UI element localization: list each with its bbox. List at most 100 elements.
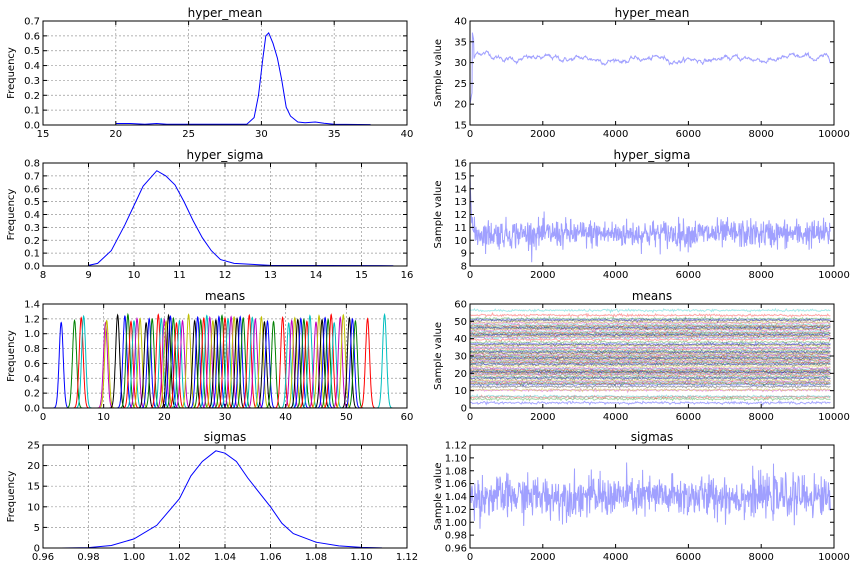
- sigmas-density-axes: 0.96 0.98 1.00 1.02 1.04 1.06 1.08 1.10 1.120510…: [6, 430, 418, 563]
- y-tick-label: 0.0: [24, 262, 40, 273]
- y-tick-label: 20: [27, 461, 40, 472]
- density-line: [53, 321, 70, 408]
- y-tick-label: 20: [454, 369, 467, 380]
- x-tick-label: 11: [173, 270, 186, 281]
- y-tick-label: 40: [454, 334, 467, 345]
- subplot-title: hyper_mean: [188, 6, 263, 20]
- subplot-title: sigmas: [631, 430, 674, 444]
- y-tick-label: 15: [454, 121, 467, 132]
- y-tick-label: 11: [454, 223, 467, 234]
- axes-frame: [42, 20, 408, 126]
- x-tick-label: 15: [355, 270, 368, 281]
- hm-density-axes: 15 20 25 30 35 400.00.10.20.30.40.50.60.7hype…: [6, 6, 413, 140]
- x-tick-label: 8000: [748, 412, 773, 423]
- y-tick-label: 13: [454, 197, 467, 208]
- x-tick-label: 30: [219, 412, 232, 423]
- x-tick-label: 30: [255, 129, 268, 140]
- y-tick-label: 0.7: [24, 17, 40, 28]
- y-tick-label: 40: [454, 17, 467, 28]
- x-tick-label: 8000: [748, 270, 773, 281]
- x-tick-label: 1.10: [350, 552, 372, 563]
- y-tick-label: 0.3: [24, 223, 40, 234]
- subplot-title: hyper_mean: [615, 6, 690, 20]
- y-tick-label: 1.00: [445, 518, 467, 529]
- y-axis-label: Sample value: [433, 463, 444, 531]
- y-axis-label: Sample value: [433, 181, 444, 249]
- y-tick-label: 8: [461, 262, 467, 273]
- x-tick-label: 0: [467, 129, 473, 140]
- traceplot-figure: 15 20 25 30 35 40 0.0 0.1 0.2 0.3 0.4 0.5 0.6 0.7 hype…: [6, 6, 850, 563]
- x-tick-label: 10000: [818, 552, 850, 563]
- x-tick-label: 40: [279, 412, 292, 423]
- trace-line: [470, 307, 831, 314]
- y-tick-label: 0.8: [24, 159, 40, 170]
- x-tick-label: 50: [340, 412, 353, 423]
- x-tick-label: 12: [219, 270, 232, 281]
- x-tick-label: 8: [40, 270, 46, 281]
- density-line: [61, 450, 383, 548]
- x-tick-label: 1.00: [123, 552, 145, 563]
- hm-trace-axes: 0 2000 4000 6000 8000 10000 15 20 25 30 35 40 hyper_…: [433, 6, 850, 140]
- x-tick-label: 13: [264, 270, 277, 281]
- subplot-title: means: [632, 289, 672, 303]
- density-line: [115, 32, 371, 125]
- y-tick-label: 0.2: [24, 236, 40, 247]
- y-tick-label: 0.3: [24, 76, 40, 87]
- y-tick-label: 0.4: [24, 374, 40, 385]
- x-tick-label: 0: [467, 270, 473, 281]
- y-tick-label: 1.4: [24, 300, 40, 311]
- x-tick-label: 2000: [530, 129, 555, 140]
- y-tick-label: 10: [27, 502, 40, 513]
- y-tick-label: 0.98: [445, 531, 467, 542]
- trace-line: [470, 315, 831, 322]
- axes-frame: [469, 162, 835, 267]
- x-tick-label: 25: [182, 129, 195, 140]
- y-tick-label: 0.96: [445, 544, 467, 555]
- x-tick-label: 2000: [530, 552, 555, 563]
- y-tick-label: 0.6: [24, 31, 40, 42]
- subplot-title: sigmas: [204, 430, 247, 444]
- y-tick-label: 35: [454, 37, 467, 48]
- y-tick-label: 10: [454, 386, 467, 397]
- y-tick-label: 14: [454, 184, 467, 195]
- y-tick-label: 1.02: [445, 505, 467, 516]
- x-tick-label: 2000: [530, 412, 555, 423]
- y-tick-label: 25: [454, 79, 467, 90]
- y-tick-label: 0.7: [24, 171, 40, 182]
- y-tick-label: 0.8: [24, 344, 40, 355]
- axes-frame: [469, 20, 835, 126]
- y-tick-label: 1.2: [24, 314, 40, 325]
- sigmas-trace-plot-area: [470, 462, 831, 529]
- trace-line: [470, 32, 831, 105]
- means-trace-axes: 0 2000 4000 6000 8000 10000 0 10 20 30 40 50 60 means…: [433, 289, 850, 423]
- y-tick-label: 12: [454, 210, 467, 221]
- y-axis-label: Frequency: [6, 47, 17, 99]
- sigmas-trace-axes: 0 2000 4000 6000 8000 10000 0.96 0.98 1.00 1.02 1.…: [433, 430, 850, 563]
- y-tick-label: 15: [454, 171, 467, 182]
- y-tick-label: 0.1: [24, 106, 40, 117]
- x-tick-label: 6000: [676, 129, 701, 140]
- y-tick-label: 0: [34, 544, 40, 555]
- x-tick-label: 6000: [676, 412, 701, 423]
- y-tick-label: 1.08: [445, 466, 467, 477]
- y-tick-label: 0.5: [24, 197, 40, 208]
- y-tick-label: 5: [34, 523, 40, 534]
- y-tick-label: 1.12: [445, 441, 467, 452]
- subplot-title: hyper_sigma: [187, 148, 264, 162]
- y-tick-label: 50: [454, 317, 467, 328]
- means-density-axes: 0 10 20 30 40 50 60 0.0 0.2 0.4 0.6 0.8 1.0 1.2 1.4 mea…: [6, 289, 413, 423]
- y-tick-label: 15: [27, 482, 40, 493]
- trace-line: [470, 462, 831, 529]
- y-tick-label: 0.6: [24, 184, 40, 195]
- y-tick-label: 30: [454, 352, 467, 363]
- x-tick-label: 60: [401, 412, 414, 423]
- y-axis-label: Frequency: [6, 189, 17, 241]
- y-tick-label: 0: [461, 404, 467, 415]
- x-tick-label: 16: [401, 270, 414, 281]
- x-tick-label: 0: [467, 412, 473, 423]
- y-tick-label: 0.2: [24, 389, 40, 400]
- y-tick-label: 0.0: [24, 404, 40, 415]
- y-tick-label: 25: [27, 441, 40, 452]
- y-tick-label: 60: [454, 300, 467, 311]
- x-tick-label: 4000: [603, 129, 628, 140]
